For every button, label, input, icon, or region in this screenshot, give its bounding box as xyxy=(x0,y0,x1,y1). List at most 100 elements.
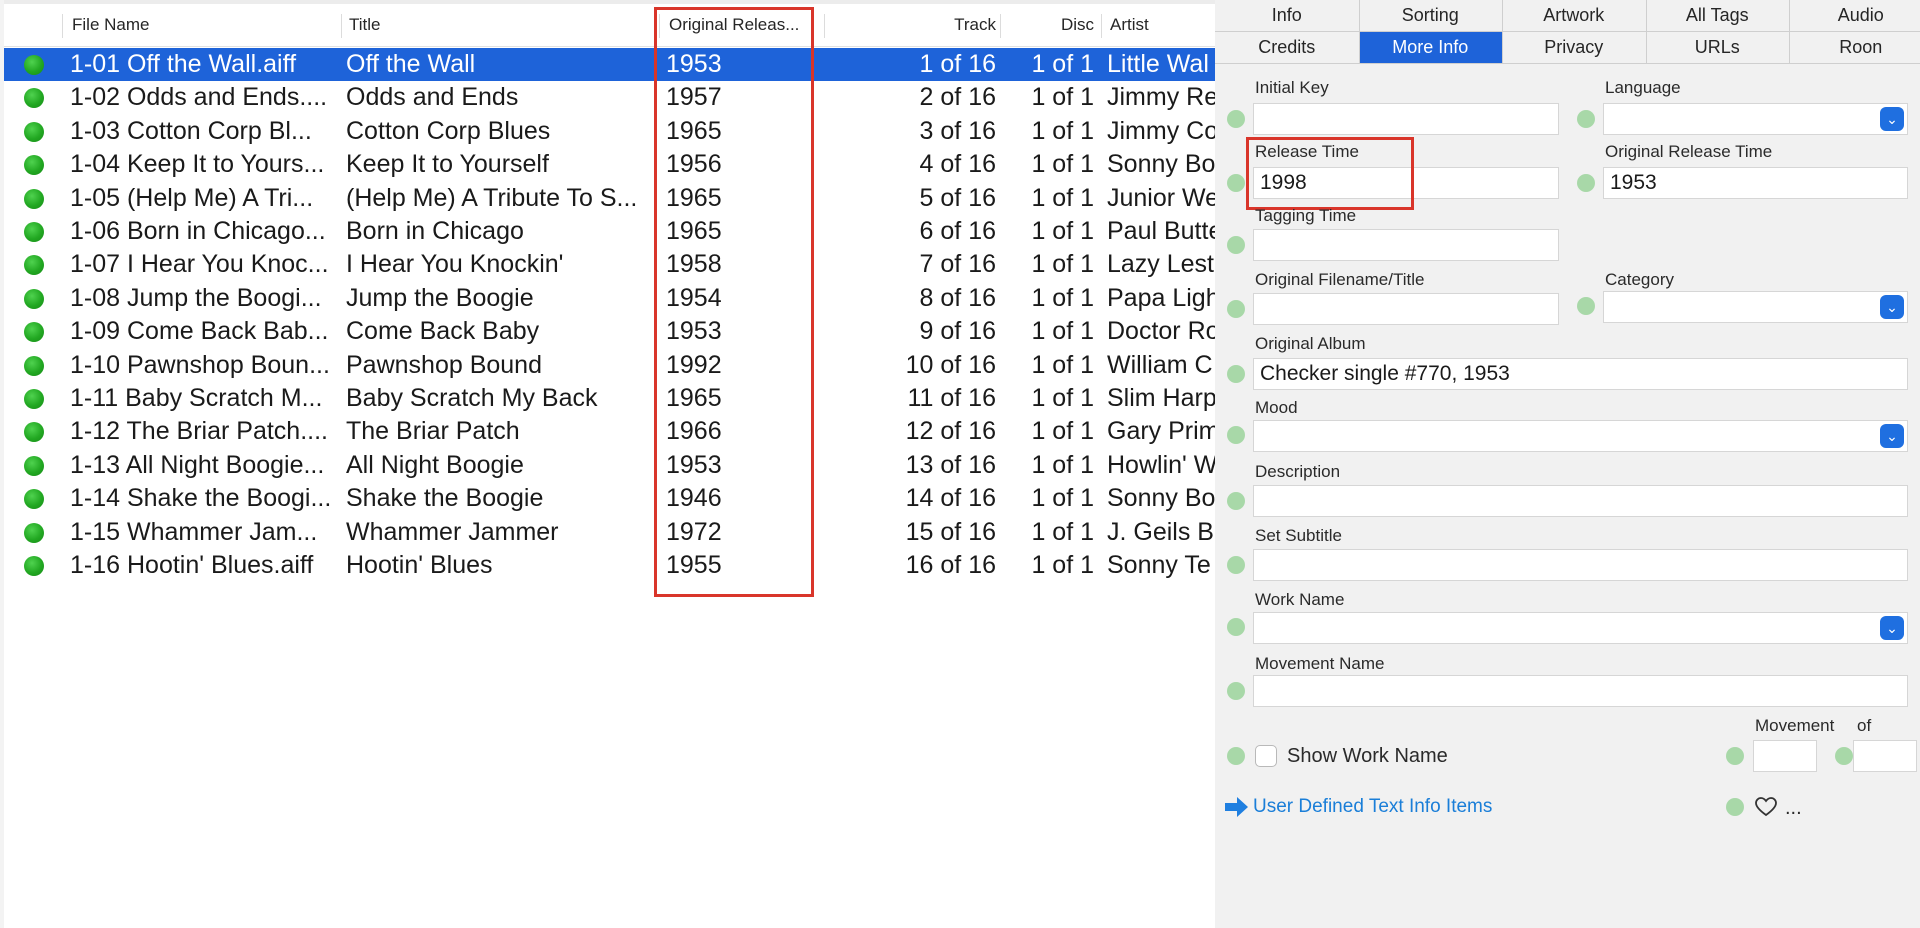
status-green-dot-icon xyxy=(24,522,44,543)
description-field[interactable] xyxy=(1253,485,1908,517)
more-options-icon[interactable]: ... xyxy=(1785,797,1802,820)
tab-urls[interactable]: URLs xyxy=(1646,32,1790,63)
cell-track: 15 of 16 xyxy=(905,517,996,546)
tagging-time-field[interactable] xyxy=(1253,229,1559,261)
header-title[interactable]: Title xyxy=(349,4,649,46)
track-table: File Name Title Original Releas... Track… xyxy=(0,0,1215,928)
cell-track: 10 of 16 xyxy=(905,350,996,379)
table-row[interactable]: 1-09 Come Back Bab... Come Back Baby 1953 9… xyxy=(4,315,1215,348)
original-release-time-field[interactable]: 1953 xyxy=(1603,167,1908,199)
mood-select[interactable] xyxy=(1253,420,1908,452)
original-filename-field[interactable] xyxy=(1253,293,1559,325)
category-dropdown-icon[interactable]: ⌄ xyxy=(1880,295,1904,319)
status-dot xyxy=(1227,426,1245,444)
cell-artist: Sonny Bo xyxy=(1107,150,1215,179)
header-separator xyxy=(341,14,342,38)
language-select[interactable] xyxy=(1603,103,1908,135)
cell-original-release: 1965 xyxy=(666,384,722,412)
cell-track: 16 of 16 xyxy=(905,551,996,579)
cell-title: Baby Scratch My Back xyxy=(346,384,598,412)
set-subtitle-label: Set Subtitle xyxy=(1255,526,1342,545)
initial-key-field[interactable] xyxy=(1253,103,1559,135)
table-row[interactable]: 1-01 Off the Wall.aiff Off the Wall 1953 1 … xyxy=(4,48,1215,81)
language-dropdown-icon[interactable]: ⌄ xyxy=(1880,107,1904,131)
movement-number-field[interactable] xyxy=(1753,740,1817,772)
cell-title: Whammer Jammer xyxy=(346,517,559,546)
tab-info[interactable]: Info xyxy=(1215,0,1359,31)
cell-title: All Night Boogie xyxy=(346,450,524,479)
status-green-dot-icon xyxy=(24,556,44,576)
user-defined-text-info-link[interactable]: User Defined Text Info Items xyxy=(1253,796,1492,818)
heart-icon[interactable] xyxy=(1755,797,1777,817)
status-dot xyxy=(1227,300,1245,318)
status-green-dot-icon xyxy=(24,255,44,276)
tab-divider xyxy=(1215,31,1920,32)
work-name-select[interactable] xyxy=(1253,612,1908,644)
header-artist[interactable]: Artist xyxy=(1110,4,1210,46)
mood-dropdown-icon[interactable]: ⌄ xyxy=(1880,424,1904,448)
cell-track: 12 of 16 xyxy=(905,417,996,446)
status-dot xyxy=(1227,236,1245,254)
table-row[interactable]: 1-05 (Help Me) A Tri... (Help Me) A Tribu… xyxy=(4,182,1215,215)
cell-original-release: 1958 xyxy=(666,250,722,279)
status-green-dot-icon xyxy=(24,355,44,376)
work-name-dropdown-icon[interactable]: ⌄ xyxy=(1880,616,1904,640)
cell-artist: Lazy Lest xyxy=(1107,250,1215,279)
tab-more-info[interactable]: More Info xyxy=(1358,32,1502,63)
release-time-field[interactable]: 1998 xyxy=(1253,167,1559,199)
tagging-time-label: Tagging Time xyxy=(1255,206,1357,225)
original-filename-label: Original Filename/Title xyxy=(1255,270,1425,289)
cell-disc: 1 of 1 xyxy=(1031,250,1094,279)
cell-title: The Briar Patch xyxy=(346,417,520,446)
table-row[interactable]: 1-07 I Hear You Knoc... I Hear You Knocki… xyxy=(4,248,1215,281)
tab-credits[interactable]: Credits xyxy=(1215,32,1359,63)
status-green-dot-icon xyxy=(24,455,44,476)
cell-artist: Gary Prim xyxy=(1107,417,1215,446)
cell-track: 1 of 16 xyxy=(919,50,996,78)
category-select[interactable] xyxy=(1603,291,1908,323)
original-album-field[interactable]: Checker single #770, 1953 xyxy=(1253,358,1908,390)
cell-artist: Jimmy Re xyxy=(1107,83,1215,112)
header-track[interactable]: Track xyxy=(924,4,996,46)
table-row[interactable]: 1-02 Odds and Ends.... Odds and Ends 1957 2… xyxy=(4,81,1215,114)
tab-all-tags[interactable]: All Tags xyxy=(1646,0,1790,31)
cell-track: 2 of 16 xyxy=(919,83,996,112)
status-dot xyxy=(1726,798,1744,816)
table-row[interactable]: 1-10 Pawnshop Boun... Pawnshop Bound 1992 1… xyxy=(4,349,1215,382)
table-row[interactable]: 1-08 Jump the Boogi... Jump the Boogie 195… xyxy=(4,282,1215,315)
tab-roon[interactable]: Roon xyxy=(1789,32,1920,63)
table-row[interactable]: 1-16 Hootin' Blues.aiff Hootin' Blues 1955… xyxy=(4,549,1215,582)
movement-name-field[interactable] xyxy=(1253,675,1908,707)
show-work-name-checkbox[interactable] xyxy=(1255,745,1277,767)
arrow-right-icon[interactable] xyxy=(1225,796,1249,818)
release-time-label: Release Time xyxy=(1255,142,1359,161)
header-separator xyxy=(824,14,825,38)
cell-artist: Papa Ligh xyxy=(1107,283,1215,312)
set-subtitle-field[interactable] xyxy=(1253,549,1908,581)
status-dot xyxy=(1835,747,1853,765)
table-row[interactable]: 1-14 Shake the Boogi... Shake the Boogie 1… xyxy=(4,482,1215,515)
status-green-dot-icon xyxy=(24,322,44,343)
table-row[interactable]: 1-12 The Briar Patch.... The Briar Patch 1… xyxy=(4,415,1215,448)
table-row[interactable]: 1-11 Baby Scratch M... Baby Scratch My Ba… xyxy=(4,382,1215,415)
cell-file-name: 1-07 I Hear You Knoc... xyxy=(70,250,329,279)
status-green-dot-icon xyxy=(24,389,44,409)
cell-track: 13 of 16 xyxy=(905,450,996,479)
language-label: Language xyxy=(1605,78,1681,97)
tab-audio[interactable]: Audio xyxy=(1789,0,1920,31)
table-row[interactable]: 1-13 All Night Boogie... All Night Boogie… xyxy=(4,449,1215,482)
tab-privacy[interactable]: Privacy xyxy=(1502,32,1646,63)
header-disc[interactable]: Disc xyxy=(1014,4,1094,46)
cell-track: 7 of 16 xyxy=(919,250,996,279)
tab-artwork[interactable]: Artwork xyxy=(1502,0,1646,31)
header-original-release[interactable]: Original Releas... xyxy=(669,4,819,46)
table-row[interactable]: 1-03 Cotton Corp Bl... Cotton Corp Blues 1… xyxy=(4,115,1215,148)
header-file-name[interactable]: File Name xyxy=(72,4,272,46)
table-row[interactable]: 1-04 Keep It to Yours... Keep It to Yours… xyxy=(4,148,1215,181)
movement-count-field[interactable] xyxy=(1853,740,1917,772)
tab-sorting[interactable]: Sorting xyxy=(1359,0,1503,31)
cell-disc: 1 of 1 xyxy=(1031,217,1094,245)
table-row[interactable]: 1-06 Born in Chicago... Born in Chicago 19… xyxy=(4,215,1215,248)
table-row[interactable]: 1-15 Whammer Jam... Whammer Jammer 1972 15 … xyxy=(4,516,1215,549)
status-dot xyxy=(1577,110,1595,128)
